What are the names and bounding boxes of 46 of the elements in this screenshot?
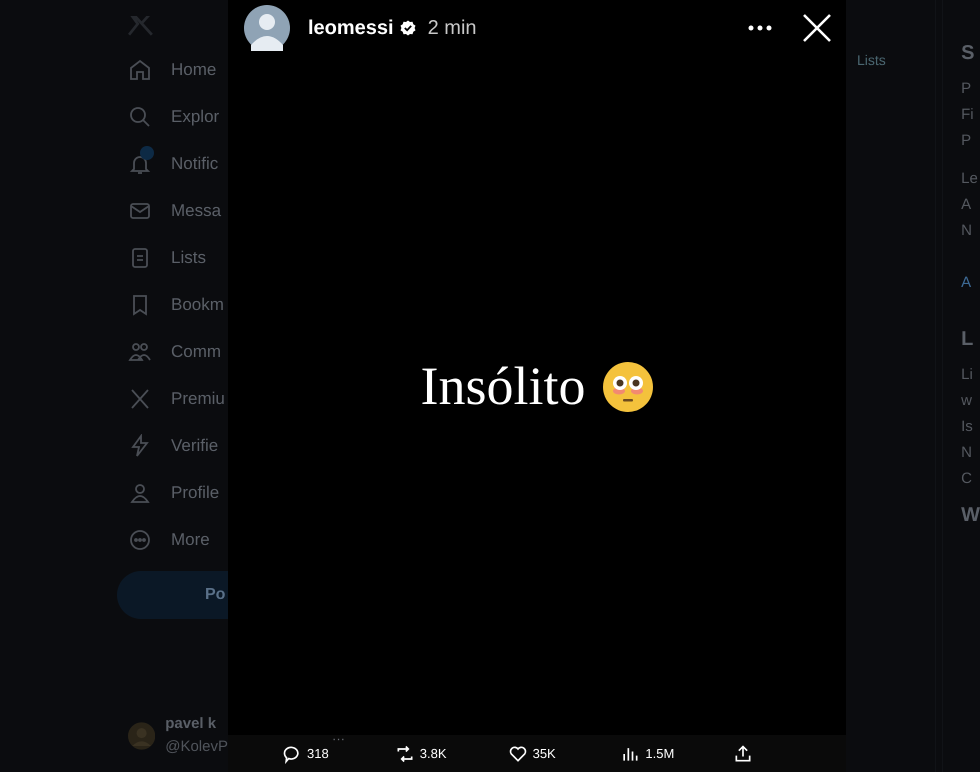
panel-text: N	[961, 443, 973, 463]
sidebar-item[interactable]: Home	[128, 46, 228, 93]
panel-text: P	[961, 79, 972, 99]
story-time: 2 min	[428, 16, 477, 41]
heart-icon	[508, 744, 528, 764]
close-icon[interactable]	[802, 13, 832, 43]
sidebar-item[interactable]: Premiu	[128, 375, 228, 422]
section-heading: W	[961, 503, 980, 528]
home-icon	[128, 58, 152, 82]
panel-text: Le	[961, 169, 979, 189]
panel-text: w	[961, 391, 973, 411]
views-button[interactable]: 1.5M	[620, 744, 734, 764]
sidebar-item[interactable]: Explor	[128, 93, 228, 140]
search-icon	[128, 104, 152, 128]
section-heading: S	[961, 41, 976, 66]
panel-text: A	[961, 195, 972, 215]
like-button[interactable]: 35K	[508, 744, 620, 764]
account-name: pavel k	[165, 714, 218, 734]
avatar[interactable]	[244, 5, 290, 51]
panel-text: Is	[961, 417, 974, 437]
repost-button[interactable]: 3.8K	[394, 744, 508, 764]
panel-text: Li	[961, 365, 974, 385]
sidebar-item[interactable]: More	[128, 516, 228, 563]
section-heading: L	[961, 327, 974, 352]
panel-text: Fi	[961, 105, 975, 125]
panel-text: C	[961, 469, 973, 489]
sidebar-item[interactable]: Profile	[128, 469, 228, 516]
sidebar-item[interactable]: Messa	[128, 187, 228, 234]
account-handle: @KolevP	[165, 736, 228, 756]
more-circle-icon	[128, 528, 152, 552]
username[interactable]: leomessi	[308, 13, 394, 43]
panel-text: P	[961, 131, 972, 151]
flushed-emoji-icon	[602, 360, 654, 412]
more-icon[interactable]	[748, 25, 772, 31]
sidebar-item[interactable]: Verifie	[128, 422, 228, 469]
tab[interactable]: Lists	[857, 50, 886, 71]
sidebar-item[interactable]: Comm	[128, 328, 228, 375]
sidebar-item[interactable]: Lists	[128, 234, 228, 281]
post-button[interactable]: Po	[117, 571, 228, 619]
show-more-link[interactable]: A	[961, 272, 980, 298]
panel-text: N	[961, 221, 973, 241]
repost-icon	[394, 744, 415, 764]
story-caption: Insólito	[420, 355, 586, 418]
share-icon	[733, 744, 754, 764]
sidebar-item[interactable]: Bookm	[128, 281, 228, 328]
sidebar-item[interactable]: Notific	[128, 140, 228, 187]
